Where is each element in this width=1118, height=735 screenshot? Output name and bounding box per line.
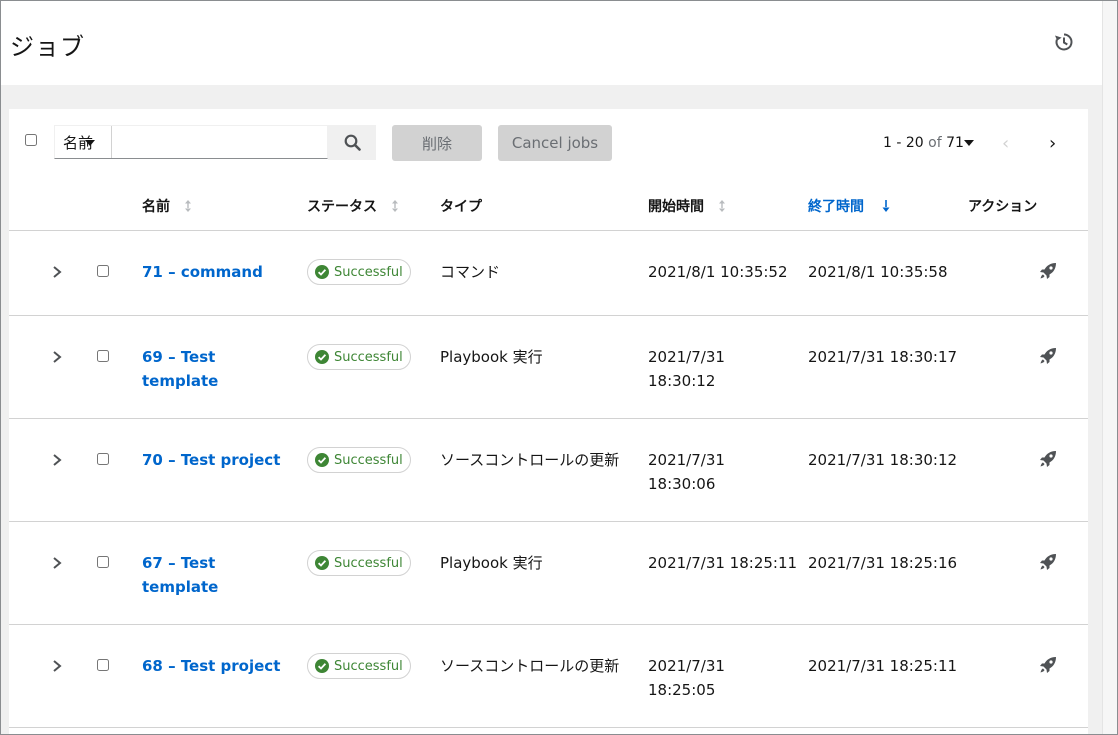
job-name-link[interactable]: 68 – Test project [142,654,292,678]
cancel-jobs-button[interactable]: Cancel jobs [498,125,612,161]
search-input[interactable] [112,126,327,158]
job-type: Playbook 実行 [440,554,543,572]
relaunch-rocket-icon[interactable] [1039,347,1057,365]
column-header-started[interactable]: 開始時間 [648,196,726,216]
jobs-card: 名前 削除 Cancel jobs 1 - 20 of 71 ‹ › 名前 ステ… [9,109,1088,735]
finish-time: 2021/8/1 10:35:58 [808,263,948,281]
job-name-link[interactable]: 71 – command [142,260,292,284]
select-all-checkbox[interactable] [25,134,37,146]
column-header-status[interactable]: ステータス [307,196,399,216]
check-circle-icon [315,265,329,279]
start-time: 2021/7/31 18:30:06 [648,451,725,493]
filter-group: 名前 [54,125,328,159]
status-badge: Successful [307,259,411,285]
job-type: コマンド [440,263,501,281]
page-title: ジョブ [10,33,85,61]
job-name-link[interactable]: 69 – Test template [142,345,222,393]
status-label: Successful [334,555,403,571]
check-circle-icon [315,556,329,570]
status-label: Successful [334,349,403,365]
caret-down-icon[interactable] [964,140,974,146]
check-circle-icon [315,659,329,673]
caret-down-icon [85,140,95,146]
table-row: 68 – Test project Successful ソースコントロールの更新 2… [9,625,1088,728]
column-header-label: 終了時間 [808,199,864,215]
finish-time: 2021/7/31 18:25:16 [808,554,958,572]
next-page-button[interactable]: › [1049,133,1056,154]
expand-row-button[interactable] [52,454,62,466]
row-checkbox[interactable] [97,265,109,277]
page-header: ジョブ [1,1,1116,85]
expand-row-button[interactable] [52,351,62,363]
sort-icon [719,200,725,212]
status-label: Successful [334,264,403,280]
column-header-name[interactable]: 名前 [142,196,192,216]
pagination-total: 71 [946,135,964,151]
column-header-label: ステータス [307,199,377,215]
table-row: 67 – Test template Successful Playbook 実行 2… [9,522,1088,625]
column-header-label: タイプ [440,199,482,215]
sort-descending-icon [882,200,890,212]
column-header-finished[interactable]: 終了時間 [808,196,890,216]
check-circle-icon [315,453,329,467]
start-time: 2021/8/1 10:35:52 [648,263,788,281]
table-header: 名前 ステータス タイプ 開始時間 終了時間 アクション [9,179,1088,231]
status-label: Successful [334,452,403,468]
column-header-label: 名前 [142,199,170,215]
column-header-actions: アクション [968,196,1037,216]
pagination-of: of [928,135,942,151]
job-name-link[interactable]: 67 – Test template [142,551,222,599]
status-badge: Successful [307,550,411,576]
expand-row-button[interactable] [52,660,62,672]
filter-field-select[interactable]: 名前 [55,126,112,158]
start-time: 2021/7/31 18:30:12 [648,348,725,390]
column-header-label: 開始時間 [648,199,704,215]
job-name-link[interactable]: 70 – Test project [142,448,292,472]
finish-time: 2021/7/31 18:30:12 [808,451,958,469]
relaunch-rocket-icon[interactable] [1039,450,1057,468]
expand-row-button[interactable] [52,266,62,278]
job-type: ソースコントロールの更新 [440,451,620,469]
relaunch-rocket-icon[interactable] [1039,262,1057,280]
row-checkbox[interactable] [97,556,109,568]
job-type: ソースコントロールの更新 [440,657,620,675]
job-type: Playbook 実行 [440,348,543,366]
column-header-type: タイプ [440,196,482,216]
finish-time: 2021/7/31 18:30:17 [808,348,958,366]
scrollbar[interactable] [1102,1,1117,734]
start-time: 2021/7/31 18:25:05 [648,657,725,699]
sort-icon [185,200,191,212]
relaunch-rocket-icon[interactable] [1039,553,1057,571]
finish-time: 2021/7/31 18:25:11 [808,657,958,675]
relaunch-rocket-icon[interactable] [1039,656,1057,674]
row-checkbox[interactable] [97,453,109,465]
status-badge: Successful [307,653,411,679]
table-row: 71 – command Successful コマンド 2021/8/1 10:35… [9,231,1088,316]
pagination-toggle[interactable]: 1 - 20 of 71 [883,135,964,151]
start-time: 2021/7/31 18:25:11 [648,554,798,572]
column-header-label: アクション [968,199,1038,215]
previous-page-button[interactable]: ‹ [1002,133,1009,154]
expand-row-button[interactable] [52,557,62,569]
status-label: Successful [334,658,403,674]
status-badge: Successful [307,447,411,473]
table-row: 70 – Test project Successful ソースコントロールの更新 2… [9,419,1088,522]
sort-icon [392,200,398,212]
check-circle-icon [315,350,329,364]
history-icon[interactable] [1054,32,1074,52]
search-button[interactable] [328,125,376,160]
status-badge: Successful [307,344,411,370]
pagination-range: 1 - 20 [883,135,924,151]
row-checkbox[interactable] [97,350,109,362]
table-row: 69 – Test template Successful Playbook 実行 2… [9,316,1088,419]
row-checkbox[interactable] [97,659,109,671]
delete-button[interactable]: 削除 [392,125,482,161]
search-icon [344,134,361,151]
